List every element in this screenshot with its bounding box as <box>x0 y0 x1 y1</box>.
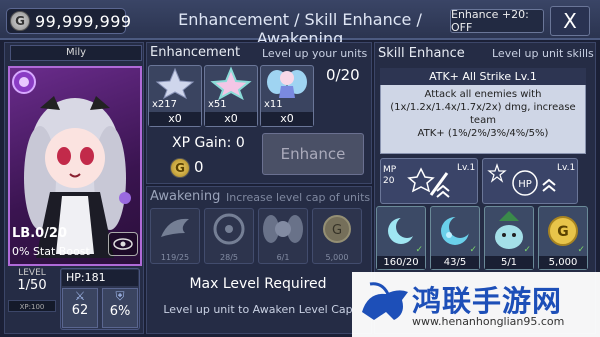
limit-break-label: LB.0/20 <box>12 226 68 241</box>
enhance-button[interactable]: Enhance <box>262 133 364 175</box>
skill-name: ATK+ All Strike Lv.1 <box>380 68 586 85</box>
unit-name: Mily <box>10 45 142 61</box>
eye-icon <box>113 238 133 250</box>
bull-logo-icon <box>362 282 408 320</box>
gold-amount: 99,999,999 <box>35 12 132 31</box>
material-slot-1[interactable]: x217 x0 <box>148 65 202 127</box>
awakening-count: 5,000 <box>325 253 349 262</box>
skill-material-2[interactable]: ✓ 43/5 <box>430 206 480 270</box>
enhance-count: 0/20 <box>326 66 360 84</box>
silver-star-icon <box>155 67 195 100</box>
angel-icon <box>263 215 303 243</box>
skill-subtitle: Level up unit skills <box>492 47 594 60</box>
hp-value: HP:181 <box>62 270 138 286</box>
material-count: 160/20 <box>377 256 425 269</box>
awakening-note: Level up unit to Awaken Level Cap <box>163 303 353 316</box>
def-value: 6% <box>109 304 131 319</box>
watermark-url: www.henanhonglian95.com <box>412 315 565 328</box>
atk-stat: ⚔ 62 <box>62 288 98 328</box>
atk-value: 62 <box>71 303 89 318</box>
gold-coin-icon: G <box>10 11 30 31</box>
rainbow-star-icon <box>210 66 252 101</box>
gold-display: G 99,999,999 <box>6 8 131 34</box>
awakening-subtitle: Increase level cap of units <box>226 191 371 204</box>
max-level-required: Max Level Required <box>189 276 327 292</box>
check-icon: ✓ <box>577 245 585 255</box>
gold-coin-icon: G <box>323 215 351 243</box>
level-label: LEVEL <box>18 268 46 278</box>
awakening-count: 119/25 <box>160 253 190 262</box>
awakening-slot-1: 119/25 <box>150 208 200 264</box>
check-icon: ✓ <box>415 245 423 255</box>
shield-icon: ⛨ <box>115 289 125 303</box>
passive-skill-card[interactable]: HP Lv.1 <box>482 158 578 204</box>
skill-material-4[interactable]: G ✓ 5,000 <box>538 206 588 270</box>
hp-up-icon: HP <box>512 170 556 196</box>
def-stat: ⛨ 6% <box>102 288 138 328</box>
disc-icon <box>213 213 245 245</box>
enhancement-title: Enhancement <box>150 45 241 60</box>
close-button[interactable]: X <box>550 6 590 36</box>
material-count: 43/5 <box>431 256 479 269</box>
skill-level: Lv.1 <box>457 163 476 173</box>
xp-value: XP:100 <box>8 300 56 312</box>
check-icon: ✓ <box>469 245 477 255</box>
sword-icon: ⚔ <box>74 289 86 303</box>
material-owned: x11 <box>264 99 283 110</box>
skill-description: Attack all enemies with (1x/1.2x/1.4x/1.… <box>390 89 576 139</box>
skill-material-3[interactable]: ✓ 5/1 <box>484 206 534 270</box>
material-used: x0 <box>205 112 257 126</box>
awakening-slot-3: 6/1 <box>258 208 308 264</box>
mp-value: 20 <box>383 176 395 186</box>
enhance-plus20-toggle[interactable]: Enhance +20: OFF <box>450 8 544 34</box>
enhancement-subtitle: Level up your units <box>262 47 368 60</box>
svg-text:G: G <box>332 223 342 238</box>
material-slot-2[interactable]: x51 x0 <box>204 65 258 127</box>
skill-level: Lv.1 <box>557 163 576 173</box>
awakening-count: 28/5 <box>220 253 238 262</box>
svg-text:G: G <box>557 224 569 240</box>
material-owned: x51 <box>208 99 227 110</box>
enhance-cost: 0 <box>194 158 204 176</box>
check-icon: ✓ <box>523 245 531 255</box>
awakening-slot-4: G 5,000 <box>312 208 362 264</box>
wing-icon <box>161 218 189 237</box>
active-skill-card[interactable]: MP 20 Lv.1 <box>380 158 478 204</box>
view-button[interactable] <box>108 232 138 256</box>
skill-title: Skill Enhance <box>378 46 465 61</box>
sword-strike-icon <box>407 167 450 198</box>
material-owned: x217 <box>152 99 178 110</box>
stat-boost-label: 0% Stat Boost <box>12 245 90 258</box>
level-value: 1/50 <box>17 278 47 293</box>
watermark-text: 鸿联手游网 <box>412 284 563 318</box>
awakening-slot-2: 28/5 <box>204 208 254 264</box>
xp-gain-label: XP Gain: 0 <box>172 135 245 151</box>
fairy-icon <box>267 70 307 98</box>
svg-text:HP: HP <box>518 179 532 190</box>
awakening-count: 6/1 <box>276 253 290 262</box>
material-slot-3[interactable]: x11 x0 <box>260 65 314 127</box>
star-icon <box>487 163 507 183</box>
material-count: 5/1 <box>485 256 533 269</box>
material-used: x0 <box>149 112 201 126</box>
material-count: 5,000 <box>539 256 587 269</box>
gold-coin-icon: G <box>170 158 190 178</box>
skill-material-1[interactable]: ✓ 160/20 <box>376 206 426 270</box>
awakening-title: Awakening <box>150 189 221 204</box>
material-used: x0 <box>261 112 313 126</box>
mp-label: MP <box>383 165 397 175</box>
